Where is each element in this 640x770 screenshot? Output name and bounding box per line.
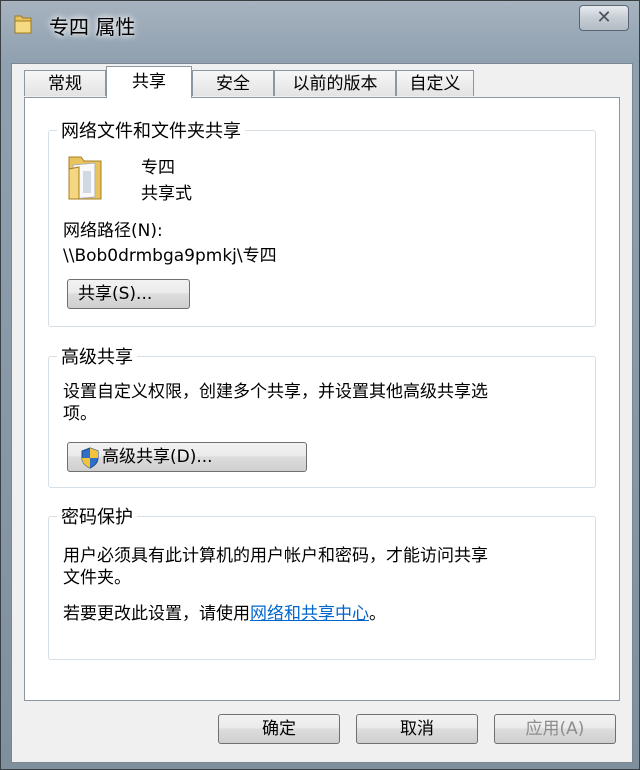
sharing-panel: 网络文件和文件夹共享 专四 共享式 网络路径(N): \\Bob0drmbga9… — [24, 97, 620, 701]
change-setting-suffix: 。 — [369, 604, 386, 624]
advanced-sharing-description-line1: 设置自定义权限，创建多个共享，并设置其他高级共享选 — [63, 382, 488, 402]
dialog-window: 专四 属性 ✕ 常规 共享 安全 以前的版本 自定义 网络文件和文件夹共享 专四… — [0, 0, 640, 770]
uac-shield-icon — [81, 447, 99, 469]
change-setting-text: 若要更改此设置，请使用网络和共享中心。 — [63, 599, 386, 624]
title-bar[interactable]: 专四 属性 ✕ — [1, 1, 639, 49]
network-path-value: \\Bob0drmbga9pmkj\专四 — [63, 246, 277, 266]
folder-name: 专四 — [141, 158, 175, 178]
cancel-button[interactable]: 取消 — [356, 714, 478, 744]
advanced-sharing-description-line2: 项。 — [63, 404, 97, 424]
advanced-sharing-button-label: 高级共享(D)... — [102, 447, 213, 467]
password-protection-title: 密码保护 — [57, 503, 137, 529]
network-sharing-title: 网络文件和文件夹共享 — [57, 117, 245, 143]
apply-button[interactable]: 应用(A) — [494, 714, 616, 744]
change-setting-prefix: 若要更改此设置，请使用 — [63, 604, 250, 624]
dialog-client: 常规 共享 安全 以前的版本 自定义 网络文件和文件夹共享 专四 共享式 网络路… — [11, 63, 633, 763]
shared-folder-icon — [68, 156, 102, 200]
folder-icon — [14, 15, 32, 34]
tab-sharing[interactable]: 共享 — [106, 66, 192, 98]
tab-general[interactable]: 常规 — [24, 70, 106, 96]
close-button[interactable]: ✕ — [579, 5, 629, 31]
ok-button[interactable]: 确定 — [218, 714, 340, 744]
window-title: 专四 属性 — [49, 15, 136, 39]
advanced-sharing-title: 高级共享 — [57, 343, 137, 369]
password-protection-group: 密码保护 用户必须具有此计算机的用户帐户和密码，才能访问共享 文件夹。 若要更改… — [48, 503, 596, 660]
tab-security[interactable]: 安全 — [192, 70, 274, 96]
share-status: 共享式 — [141, 184, 192, 204]
network-sharing-center-link[interactable]: 网络和共享中心 — [250, 604, 369, 624]
password-protection-line2: 文件夹。 — [63, 568, 131, 588]
close-icon: ✕ — [596, 7, 612, 28]
advanced-sharing-group: 高级共享 设置自定义权限，创建多个共享，并设置其他高级共享选 项。 高级共享(D… — [48, 343, 596, 488]
tab-customize[interactable]: 自定义 — [396, 70, 474, 96]
network-sharing-group: 网络文件和文件夹共享 专四 共享式 网络路径(N): \\Bob0drmbga9… — [48, 117, 596, 327]
advanced-sharing-button[interactable]: 高级共享(D)... — [67, 442, 307, 472]
network-path-label: 网络路径(N): — [63, 221, 163, 241]
share-button[interactable]: 共享(S)... — [67, 279, 190, 309]
tab-previous-versions[interactable]: 以前的版本 — [274, 70, 396, 96]
